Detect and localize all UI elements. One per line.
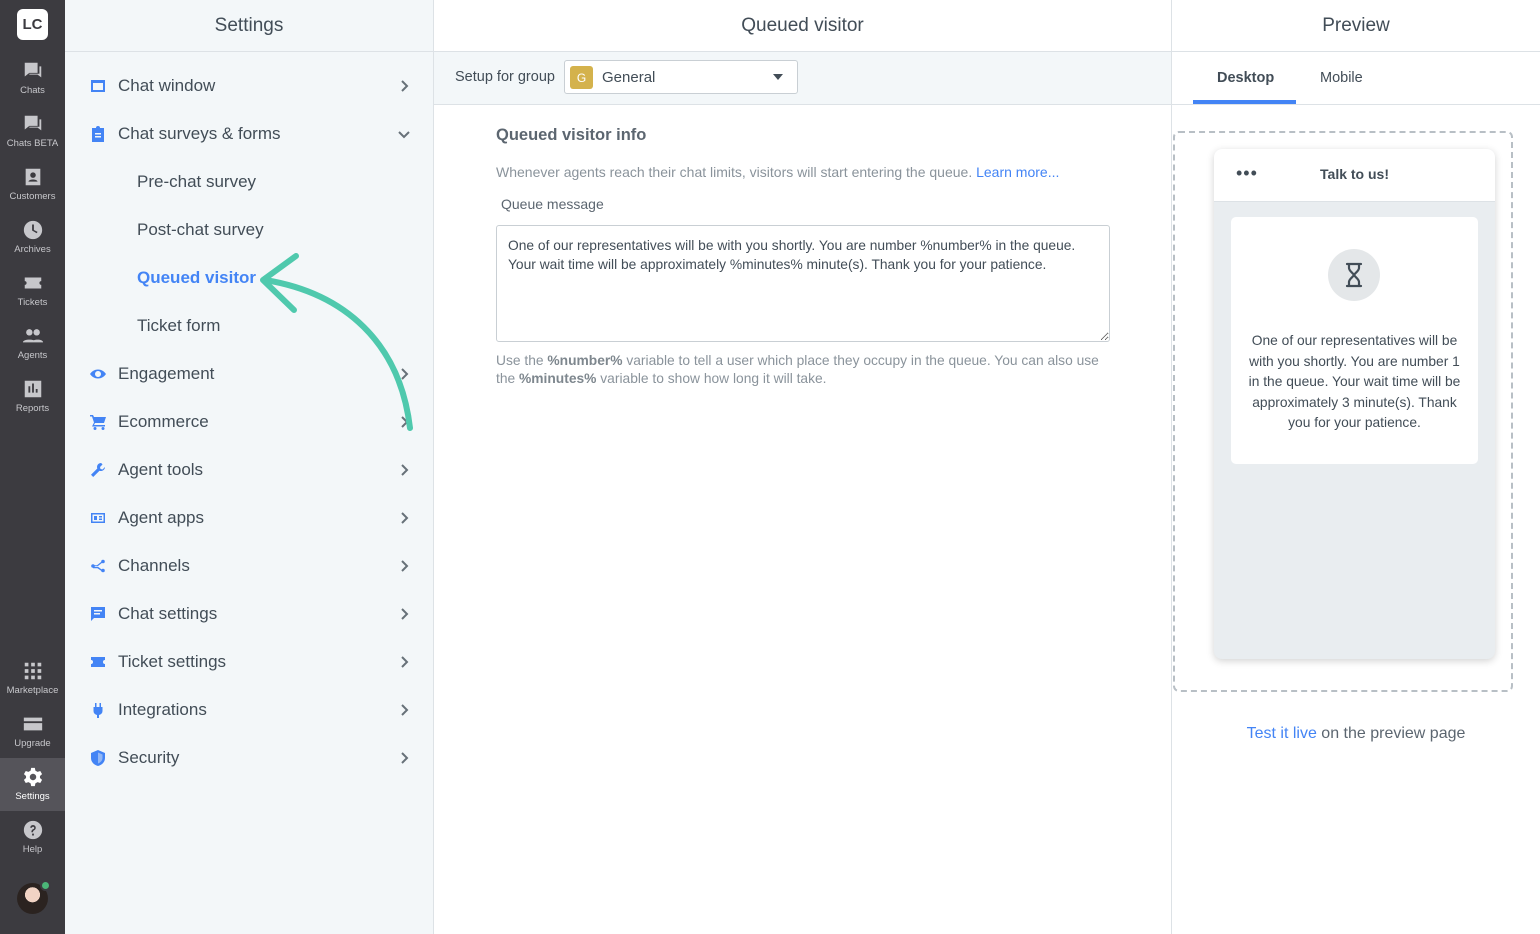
- number-variable: %number%: [547, 353, 623, 368]
- rail-item-customers[interactable]: Customers: [0, 158, 65, 211]
- chat-beta-icon: [24, 115, 41, 131]
- apps-icon: [90, 510, 106, 526]
- caret-down-icon: [773, 74, 783, 80]
- submenu-item-queued-visitor[interactable]: Queued visitor: [65, 254, 433, 302]
- tickets-icon: [24, 277, 41, 289]
- marketplace-icon: [24, 662, 41, 680]
- preview-panel: Preview Desktop Mobile ••• Talk to us! O…: [1172, 0, 1540, 934]
- widget-title: Talk to us!: [1320, 166, 1389, 182]
- chevron-right-icon: [397, 367, 411, 381]
- eye-icon: [90, 366, 106, 382]
- settings-icon: [23, 767, 42, 787]
- minutes-variable: %minutes%: [519, 371, 597, 386]
- preview-title: Preview: [1172, 0, 1540, 52]
- chevron-right-icon: [397, 559, 411, 573]
- preview-tabs: Desktop Mobile: [1172, 52, 1540, 105]
- window-icon: [90, 78, 106, 94]
- test-live-note: Test it live on the preview page: [1246, 725, 1466, 742]
- clipboard-icon: [90, 126, 106, 142]
- menu-item-engagement[interactable]: Engagement: [65, 350, 433, 398]
- rail-item-archives[interactable]: Archives: [0, 211, 65, 264]
- chevron-right-icon: [397, 79, 411, 93]
- rail-item-tickets[interactable]: Tickets: [0, 264, 65, 317]
- archives-icon: [23, 220, 42, 240]
- rail-item-agents[interactable]: Agents: [0, 317, 65, 370]
- wrench-icon: [90, 462, 106, 478]
- group-badge: G: [570, 66, 593, 89]
- menu-item-agent-apps[interactable]: Agent apps: [65, 494, 433, 542]
- settings-title: Settings: [65, 0, 433, 52]
- menu-item-chat-window[interactable]: Chat window: [65, 62, 433, 110]
- menu-item-agent-tools[interactable]: Agent tools: [65, 446, 433, 494]
- chat-settings-icon: [90, 606, 106, 622]
- rail-item-upgrade[interactable]: Upgrade: [0, 705, 65, 758]
- chevron-right-icon: [397, 655, 411, 669]
- tab-desktop[interactable]: Desktop: [1217, 70, 1274, 86]
- queue-message-label: Queue message: [501, 196, 604, 212]
- chevron-down-icon: [397, 127, 411, 141]
- agents-icon: [22, 329, 43, 343]
- rail-item-chats[interactable]: Chats: [0, 52, 65, 105]
- app-rail: LC Chats Chats BETA Customers Archives T…: [0, 0, 65, 934]
- hourglass-icon: [1328, 249, 1380, 301]
- submenu-item-post-chat-survey[interactable]: Post-chat survey: [65, 206, 433, 254]
- menu-item-chat-settings[interactable]: Chat settings: [65, 590, 433, 638]
- help-icon: [23, 820, 42, 840]
- menu-item-channels[interactable]: Channels: [65, 542, 433, 590]
- chat-widget-preview: ••• Talk to us! One of our representativ…: [1214, 149, 1495, 659]
- page-title: Queued visitor: [434, 0, 1171, 52]
- chevron-right-icon: [397, 751, 411, 765]
- group-selected-value: General: [602, 69, 656, 86]
- rail-item-chats-beta[interactable]: Chats BETA: [0, 105, 65, 158]
- queue-preview-message: One of our representatives will be with …: [1248, 333, 1461, 430]
- menu-item-security[interactable]: Security: [65, 734, 433, 782]
- section-description: Whenever agents reach their chat limits,…: [496, 164, 1060, 180]
- menu-item-ecommerce[interactable]: Ecommerce: [65, 398, 433, 446]
- test-it-live-link[interactable]: Test it live: [1247, 725, 1317, 742]
- customers-icon: [25, 168, 40, 186]
- learn-more-link[interactable]: Learn more...: [976, 164, 1059, 180]
- ticket-icon: [90, 654, 106, 670]
- submenu-item-pre-chat-survey[interactable]: Pre-chat survey: [65, 158, 433, 206]
- shield-icon: [90, 750, 106, 766]
- section-title: Queued visitor info: [496, 126, 647, 144]
- online-status-dot: [40, 880, 51, 891]
- widget-header: ••• Talk to us!: [1214, 149, 1495, 202]
- menu-item-ticket-settings[interactable]: Ticket settings: [65, 638, 433, 686]
- plug-icon: [90, 702, 106, 718]
- chevron-right-icon: [397, 607, 411, 621]
- cart-icon: [90, 414, 106, 430]
- menu-item-integrations[interactable]: Integrations: [65, 686, 433, 734]
- chevron-right-icon: [397, 463, 411, 477]
- chevron-right-icon: [397, 703, 411, 717]
- rail-item-reports[interactable]: Reports: [0, 370, 65, 423]
- chat-icon: [24, 62, 41, 78]
- group-setup-bar: Setup for group G General: [434, 52, 1171, 105]
- livechat-logo[interactable]: LC: [17, 9, 48, 40]
- user-avatar[interactable]: [17, 880, 51, 914]
- menu-item-chat-surveys[interactable]: Chat surveys & forms: [65, 110, 433, 158]
- tab-mobile[interactable]: Mobile: [1320, 70, 1363, 86]
- upgrade-icon: [23, 717, 42, 731]
- chevron-right-icon: [397, 415, 411, 429]
- group-label: Setup for group: [455, 69, 555, 85]
- group-select[interactable]: G General: [564, 60, 798, 94]
- chevron-right-icon: [397, 511, 411, 525]
- active-tab-indicator: [1193, 100, 1296, 104]
- rail-item-help[interactable]: Help: [0, 811, 65, 864]
- reports-icon: [24, 380, 41, 398]
- queued-visitor-panel: Queued visitor Setup for group G General…: [434, 0, 1172, 934]
- submenu-item-ticket-form[interactable]: Ticket form: [65, 302, 433, 350]
- queue-card: One of our representatives will be with …: [1231, 217, 1478, 464]
- channels-icon: [90, 558, 106, 574]
- settings-sidebar: Settings Chat window Chat surveys & form…: [65, 0, 434, 934]
- variables-hint: Use the %number% variable to tell a user…: [496, 353, 1099, 386]
- queue-message-textarea[interactable]: One of our representatives will be with …: [496, 225, 1110, 342]
- rail-item-marketplace[interactable]: Marketplace: [0, 652, 65, 705]
- rail-item-settings[interactable]: Settings: [0, 758, 65, 811]
